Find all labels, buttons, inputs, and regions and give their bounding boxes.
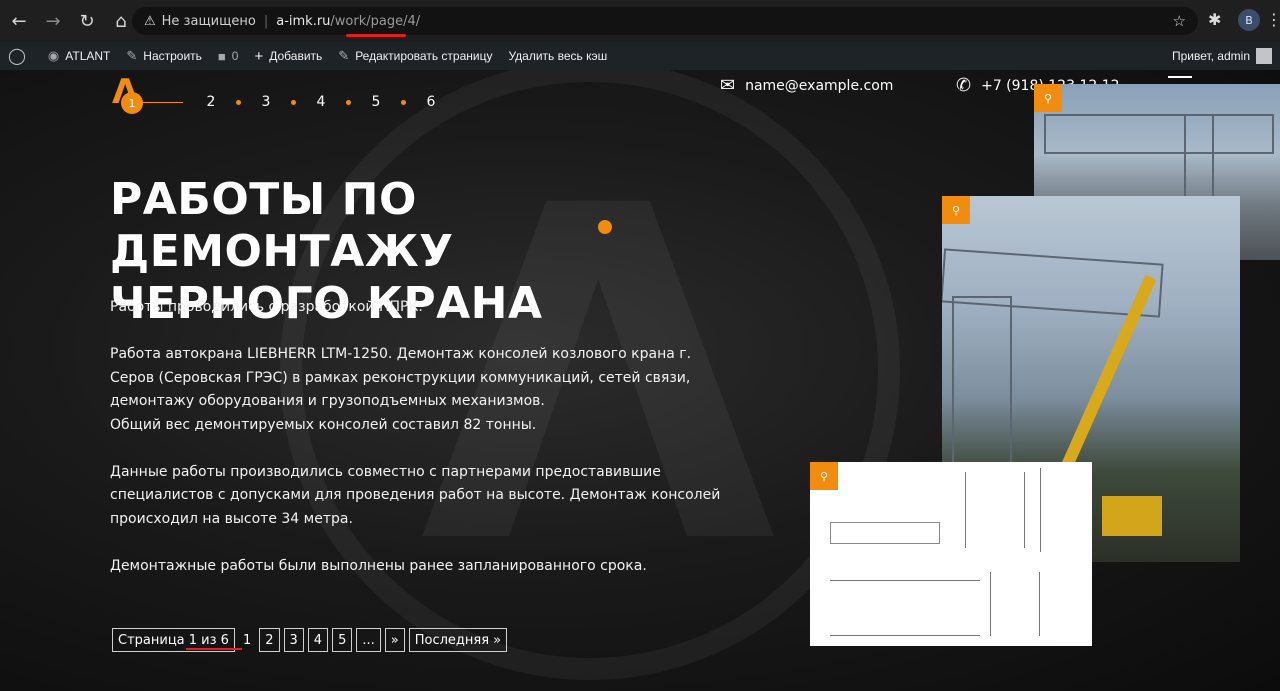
- url-annotation-underline: [346, 34, 406, 37]
- paragraph: Работы проводились с разработкой ППРК.: [110, 299, 423, 315]
- wordpress-logo-icon[interactable]: ◯: [0, 42, 40, 70]
- phone-icon: ✆: [956, 75, 972, 96]
- step-dot: [346, 99, 351, 105]
- back-icon[interactable]: ←: [4, 6, 34, 36]
- profile-avatar[interactable]: В: [1238, 9, 1260, 31]
- crane-truck: [1102, 496, 1162, 536]
- comment-icon: ■: [217, 48, 226, 64]
- security-label[interactable]: Не защищено: [162, 14, 256, 29]
- my-account[interactable]: Привет, admin: [1172, 42, 1272, 70]
- step-dot: [236, 99, 241, 105]
- step-dot: [291, 99, 296, 105]
- step-dot: [401, 99, 406, 105]
- plus-icon: +: [254, 47, 264, 65]
- envelope-icon: ✉: [720, 75, 736, 96]
- url-path[interactable]: /work/page/4/: [330, 14, 420, 29]
- wp-admin-bar: ◯ ◉ ATLANT ✎ Настроить ■ 0 + Добавить ✎ Редак…: [0, 42, 1280, 70]
- customize-link[interactable]: ✎ Настроить: [118, 42, 210, 70]
- pagination-page-link[interactable]: 2: [259, 628, 280, 652]
- address-bar[interactable]: ⚠ Не защищено | a-imk.ru /work/page/4/ ☆: [132, 7, 1198, 35]
- paragraph: Работа автокрана LIEBHERR LTM-1250. Демо…: [110, 346, 692, 409]
- drawing-element: [965, 472, 1025, 548]
- step-item[interactable]: 6: [420, 94, 442, 110]
- clear-cache-link[interactable]: Удалить весь кэш: [500, 42, 615, 70]
- reload-icon[interactable]: ↻: [72, 6, 102, 36]
- add-new-link[interactable]: + Добавить: [246, 42, 330, 70]
- gallery-image-crane-drawing[interactable]: ⚲: [810, 462, 1092, 646]
- forward-icon[interactable]: →: [38, 6, 68, 36]
- paragraph: Общий вес демонтируемых консолей состави…: [110, 416, 537, 433]
- paragraph: Демонтажные работы были выполнены ранее …: [110, 557, 647, 574]
- brush-icon: ✎: [126, 48, 138, 63]
- browser-menu-icon[interactable]: ⋮: [1266, 10, 1280, 29]
- contact-email[interactable]: ✉ name@example.com: [720, 75, 893, 96]
- step-connector-line: [143, 102, 183, 103]
- browser-toolbar: ← → ↻ ⌂ ⚠ Не защищено | a-imk.ru /work/p…: [0, 0, 1280, 42]
- pagination-last[interactable]: Последняя »: [408, 628, 508, 652]
- pencil-icon: ✎: [338, 48, 350, 63]
- step-item[interactable]: 4: [310, 94, 332, 110]
- step-item[interactable]: 2: [200, 94, 222, 110]
- pagination-next[interactable]: »: [384, 628, 405, 652]
- drawing-element: [830, 522, 940, 544]
- step-indicator-active[interactable]: 1: [121, 92, 143, 114]
- site-name-label: ATLANT: [65, 49, 111, 63]
- pagination-page-link[interactable]: 5: [332, 628, 353, 652]
- step-item[interactable]: 3: [255, 94, 277, 110]
- paragraph: Данные работы производились совместно с …: [110, 463, 721, 527]
- dashboard-icon: ◉: [47, 48, 60, 63]
- email-text: name@example.com: [745, 77, 894, 94]
- title-line-1: РАБОТЫ ПО ДЕМОНТАЖУ: [110, 174, 454, 277]
- site-name-link[interactable]: ◉ ATLANT: [40, 42, 118, 70]
- edit-page-label: Редактировать страницу: [355, 49, 493, 63]
- article-body: Работы проводились с разработкой ППРК. Р…: [110, 296, 730, 602]
- comments-count: 0: [231, 49, 239, 63]
- url-separator: |: [263, 13, 269, 29]
- drawing-element: [990, 572, 1040, 636]
- add-new-label: Добавить: [269, 49, 323, 63]
- greeting-label: Привет, admin: [1171, 49, 1250, 63]
- warning-icon[interactable]: ⚠: [144, 14, 156, 29]
- page-content: Λ Λ 1 2 3 4 5 6 ✉ name@example.com ✆ +7 …: [0, 70, 1280, 691]
- user-avatar: [1256, 48, 1272, 64]
- extensions-icon[interactable]: ✱: [1208, 10, 1221, 29]
- pagination-annotation-underline: [186, 648, 242, 650]
- comments-link[interactable]: ■ 0: [210, 42, 247, 70]
- bookmark-star-icon[interactable]: ☆: [1173, 12, 1186, 30]
- zoom-icon[interactable]: ⚲: [1034, 84, 1062, 112]
- accent-dot: [598, 220, 612, 234]
- truss-beam: [1044, 114, 1274, 154]
- url-host[interactable]: a-imk.ru: [276, 14, 330, 29]
- pagination: Страница 1 из 6 1 2 3 4 5 ... » Последня…: [112, 628, 511, 652]
- pagination-ellipsis: ...: [356, 628, 381, 652]
- pagination-page-link[interactable]: 3: [283, 628, 304, 652]
- zoom-icon[interactable]: ⚲: [810, 462, 838, 490]
- step-item[interactable]: 5: [365, 94, 387, 110]
- customize-label: Настроить: [143, 49, 202, 63]
- drawing-element: [1040, 468, 1070, 552]
- edit-page-link[interactable]: ✎ Редактировать страницу: [330, 42, 500, 70]
- clear-cache-label: Удалить весь кэш: [508, 49, 608, 63]
- zoom-icon[interactable]: ⚲: [942, 196, 970, 224]
- pagination-page-link[interactable]: 4: [307, 628, 329, 652]
- drawing-element: [830, 580, 980, 636]
- step-navigation: 2 3 4 5 6: [200, 94, 442, 110]
